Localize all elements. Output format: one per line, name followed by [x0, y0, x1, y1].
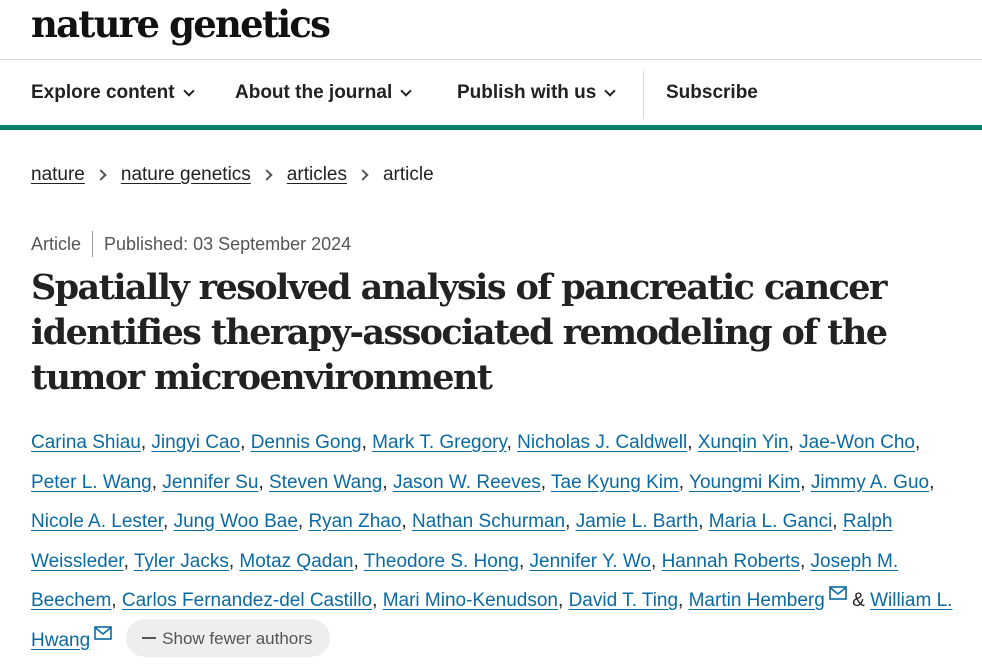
author-link[interactable]: Steven Wang	[269, 472, 382, 493]
author-link[interactable]: Nicole A. Lester	[31, 511, 163, 532]
author-link[interactable]: Mark T. Gregory	[372, 432, 506, 453]
author-link[interactable]: Motaz Qadan	[239, 551, 353, 572]
breadcrumb-nature[interactable]: nature	[31, 164, 85, 186]
published-date: Published: 03 September 2024	[104, 233, 352, 254]
minus-icon	[142, 637, 157, 640]
journal-logo[interactable]: nature genetics	[31, 2, 331, 46]
author-link[interactable]: Maria L. Ganci	[709, 511, 833, 532]
author-link[interactable]: Jingyi Cao	[151, 432, 240, 453]
nav-label: About the journal	[235, 82, 393, 103]
nav-divider	[643, 71, 644, 119]
breadcrumb-nature-genetics[interactable]: nature genetics	[121, 164, 251, 186]
author-link[interactable]: Xunqin Yin	[698, 432, 789, 453]
chevron-down-icon	[400, 84, 412, 97]
nav-label: Explore content	[31, 82, 175, 103]
article-type: Article	[31, 233, 82, 254]
nav-subscribe[interactable]: Subscribe	[666, 61, 758, 125]
envelope-icon[interactable]	[94, 625, 112, 640]
author-link[interactable]: Jennifer Y. Wo	[530, 551, 651, 572]
nav-about-journal[interactable]: About the journal	[235, 61, 412, 125]
author-link[interactable]: Tyler Jacks	[134, 551, 229, 572]
author-link[interactable]: Mari Mino-Kenudson	[383, 590, 558, 611]
author-link[interactable]: Nathan Schurman	[412, 511, 565, 532]
author-link[interactable]: Jamie L. Barth	[576, 511, 699, 532]
author-link[interactable]: Jung Woo Bae	[174, 511, 298, 532]
chevron-right-icon	[261, 169, 273, 181]
author-link[interactable]: Dennis Gong	[251, 432, 362, 453]
author-link[interactable]: Nicholas J. Caldwell	[517, 432, 687, 453]
chevron-down-icon	[604, 84, 617, 97]
author-link[interactable]: Carina Shiau	[31, 432, 141, 453]
author-link[interactable]: Jennifer Su	[162, 472, 258, 493]
author-link[interactable]: Ryan Zhao	[308, 511, 401, 532]
author-link[interactable]: Theodore S. Hong	[364, 551, 519, 572]
show-fewer-authors-button[interactable]: Show fewer authors	[126, 619, 331, 658]
site-header: nature genetics	[0, 0, 982, 60]
nav-explore-content[interactable]: Explore content	[31, 61, 195, 125]
breadcrumb-articles[interactable]: articles	[287, 164, 347, 186]
nav-label: Publish with us	[457, 82, 597, 103]
breadcrumb-current: article	[382, 164, 434, 185]
chevron-right-icon	[357, 169, 369, 181]
chevron-right-icon	[95, 169, 107, 181]
author-link[interactable]: Tae Kyung Kim	[551, 472, 679, 493]
author-link[interactable]: Carlos Fernandez-del Castillo	[122, 590, 372, 611]
author-link[interactable]: Jimmy A. Guo	[811, 472, 929, 493]
article-title: Spatially resolved analysis of pancreati…	[31, 267, 888, 398]
author-link[interactable]: David T. Ting	[569, 590, 678, 611]
show-fewer-label: Show fewer authors	[162, 628, 313, 648]
author-link[interactable]: Peter L. Wang	[31, 472, 152, 493]
article-meta: Article Published: 03 September 2024	[31, 230, 351, 258]
nav-label: Subscribe	[666, 82, 758, 103]
author-link[interactable]: Jason W. Reeves	[393, 472, 541, 493]
meta-divider	[92, 231, 94, 257]
author-link[interactable]: Jae-Won Cho	[799, 432, 915, 453]
chevron-down-icon	[182, 84, 195, 97]
breadcrumb: nature nature genetics articles article	[31, 161, 434, 189]
author-and-sign: &	[852, 590, 865, 611]
main-nav: Explore content About the journal Publis…	[0, 61, 982, 130]
nav-publish-with-us[interactable]: Publish with us	[457, 61, 617, 125]
envelope-icon[interactable]	[829, 586, 847, 600]
author-link[interactable]: Martin Hemberg	[689, 590, 825, 611]
author-list: Carina Shiau, Jingyi Cao, Dennis Gong, M…	[31, 423, 966, 660]
author-link[interactable]: Hannah Roberts	[662, 551, 800, 572]
author-link[interactable]: Youngmi Kim	[689, 472, 800, 493]
